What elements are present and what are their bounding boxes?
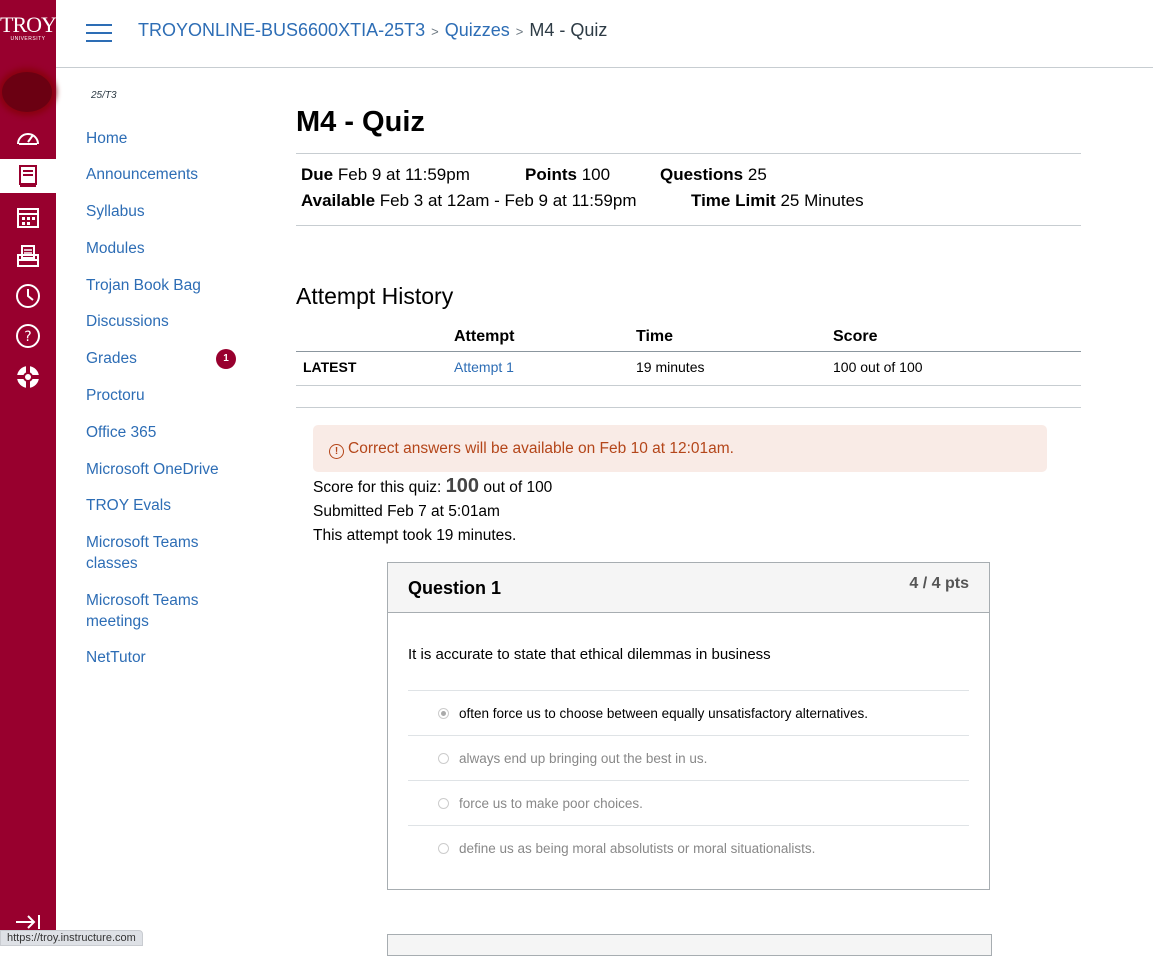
question-text: It is accurate to state that ethical dil… xyxy=(408,646,771,663)
warning-icon: ! xyxy=(329,444,344,459)
course-nav-discussions[interactable]: Discussions xyxy=(86,311,169,332)
divider xyxy=(296,407,1081,408)
questions-label: Questions xyxy=(660,165,744,184)
correct-answers-alert: ! Correct answers will be available on Fe… xyxy=(313,425,1047,472)
question-header: Question 1 4 / 4 pts xyxy=(388,563,989,613)
available-meta: Available Feb 3 at 12am - Feb 9 at 11:59… xyxy=(301,191,636,211)
global-nav: TROY UNIVERSITY ? xyxy=(0,0,57,944)
due-value: Feb 9 at 11:59pm xyxy=(337,165,470,184)
inbox-icon[interactable] xyxy=(0,239,56,273)
available-value: Feb 3 at 12am - Feb 9 at 11:59pm xyxy=(379,191,637,210)
svg-text:?: ? xyxy=(24,329,31,345)
due-meta: Due Feb 9 at 11:59pm xyxy=(301,165,470,185)
divider xyxy=(296,225,1081,226)
course-nav-home[interactable]: Home xyxy=(86,128,127,149)
questions-meta: Questions 25 xyxy=(660,165,767,185)
question-card: Question 1 4 / 4 pts It is accurate to s… xyxy=(387,562,990,890)
attempt-link[interactable]: Attempt 1 xyxy=(454,359,514,375)
answer-text: define us as being moral absolutists or … xyxy=(459,841,816,856)
term-label: 25/T3 xyxy=(91,90,117,101)
answer-option: define us as being moral absolutists or … xyxy=(408,825,969,870)
due-label: Due xyxy=(301,165,334,184)
course-nav-proctoru[interactable]: Proctoru xyxy=(86,385,145,406)
questions-value: 25 xyxy=(747,165,767,184)
attempt-cell: Attempt 1 xyxy=(447,351,629,386)
column-header: Attempt xyxy=(447,325,629,352)
breadcrumb-quizzes[interactable]: Quizzes xyxy=(445,20,510,40)
chevron-right-icon: > xyxy=(431,24,439,39)
help-icon[interactable]: ? xyxy=(0,319,56,353)
latest-tag: LATEST xyxy=(296,351,447,386)
answer-option: always end up bringing out the best in u… xyxy=(408,735,969,780)
course-nav-grades-row: Grades 1 xyxy=(86,348,256,369)
courses-icon[interactable] xyxy=(0,159,56,193)
support-icon[interactable] xyxy=(0,360,56,394)
answer-text: force us to make poor choices. xyxy=(459,796,643,811)
alert-text: Correct answers will be available on Feb… xyxy=(348,440,734,457)
score-cell: 100 out of 100 xyxy=(826,351,1081,386)
course-nav-teams-meetings[interactable]: Microsoft Teams meetings xyxy=(86,590,216,632)
question-title: Question 1 xyxy=(408,578,502,598)
course-nav-announcements[interactable]: Announcements xyxy=(86,164,198,185)
column-header: Score xyxy=(826,325,1081,352)
table-row: LATEST Attempt 1 19 minutes 100 out of 1… xyxy=(296,351,1081,386)
column-header xyxy=(296,325,447,352)
breadcrumb-course[interactable]: TROYONLINE-BUS6600XTIA-25T3 xyxy=(138,20,425,40)
points-value: 100 xyxy=(581,165,611,184)
attempt-history-table: Attempt Time Score LATEST Attempt 1 19 m… xyxy=(296,325,1081,386)
page-title: M4 - Quiz xyxy=(296,106,425,138)
points-label: Points xyxy=(525,165,577,184)
troy-logo[interactable]: TROY UNIVERSITY xyxy=(0,12,57,43)
answer-text: often force us to choose between equally… xyxy=(459,706,868,721)
grades-badge: 1 xyxy=(216,349,236,369)
score-summary: Score for this quiz: 100 out of 100 xyxy=(313,475,552,498)
course-nav-teams-classes[interactable]: Microsoft Teams classes xyxy=(86,532,216,574)
chevron-right-icon: > xyxy=(515,24,524,39)
submitted-text: Submitted Feb 7 at 5:01am xyxy=(313,503,500,520)
answer-list: often force us to choose between equally… xyxy=(408,690,969,870)
course-nav-modules[interactable]: Modules xyxy=(86,238,145,259)
radio-icon xyxy=(438,798,449,809)
dashboard-icon[interactable] xyxy=(0,120,56,154)
breadcrumb: TROYONLINE-BUS6600XTIA-25T3 > Quizzes > M4 -… xyxy=(138,18,607,44)
breadcrumb-current: M4 - Quiz xyxy=(529,20,608,40)
answer-text: always end up bringing out the best in u… xyxy=(459,751,708,766)
table-header-row: Attempt Time Score xyxy=(296,325,1081,352)
course-nav-nettutor[interactable]: NetTutor xyxy=(86,647,146,668)
answer-option: force us to make poor choices. xyxy=(408,780,969,825)
radio-icon xyxy=(438,843,449,854)
column-header: Time xyxy=(629,325,826,352)
score-value: 100 xyxy=(445,475,480,497)
next-question-card xyxy=(387,934,992,956)
time-cell: 19 minutes xyxy=(629,351,826,386)
logo-text: TROY xyxy=(0,12,57,37)
header: TROYONLINE-BUS6600XTIA-25T3 > Quizzes > M4 -… xyxy=(56,0,1153,68)
attempt-history-heading: Attempt History xyxy=(296,283,454,309)
score-prefix: Score for this quiz: xyxy=(313,479,442,496)
time-limit-meta: Time Limit 25 Minutes xyxy=(691,191,864,211)
course-nav-trojan-book-bag[interactable]: Trojan Book Bag xyxy=(86,275,201,296)
course-nav-office-365[interactable]: Office 365 xyxy=(86,422,156,443)
points-meta: Points 100 xyxy=(525,165,610,185)
divider xyxy=(296,153,1081,154)
time-limit-value: 25 Minutes xyxy=(780,191,864,210)
radio-icon xyxy=(438,753,449,764)
menu-icon[interactable] xyxy=(86,24,112,42)
question-points: 4 / 4 pts xyxy=(909,575,969,592)
course-nav-troy-evals[interactable]: TROY Evals xyxy=(86,495,171,516)
calendar-icon[interactable] xyxy=(0,200,56,234)
available-label: Available xyxy=(301,191,376,210)
course-nav-onedrive[interactable]: Microsoft OneDrive xyxy=(86,459,219,480)
course-nav: 25/T3 Home Announcements Syllabus Module… xyxy=(86,90,256,666)
attempt-duration-text: This attempt took 19 minutes. xyxy=(313,527,517,544)
answer-option: often force us to choose between equally… xyxy=(408,690,969,735)
course-nav-syllabus[interactable]: Syllabus xyxy=(86,201,145,222)
score-suffix: out of 100 xyxy=(483,479,553,496)
avatar[interactable] xyxy=(2,72,52,112)
time-limit-label: Time Limit xyxy=(691,191,776,210)
history-icon[interactable] xyxy=(0,279,56,313)
radio-selected-icon xyxy=(438,708,449,719)
